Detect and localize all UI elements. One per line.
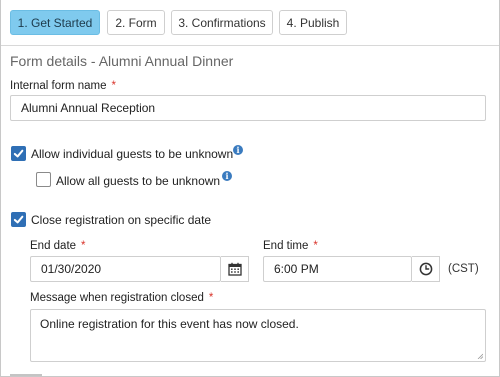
end-time-input[interactable]: 6:00 PM <box>263 256 412 282</box>
tab-confirmations[interactable]: 3. Confirmations <box>171 10 273 35</box>
form-panel: 1. Get Started 2. Form 3. Confirmations … <box>0 0 500 377</box>
internal-name-input[interactable]: Alumni Annual Reception <box>10 95 486 121</box>
end-time-value: 6:00 PM <box>274 262 319 276</box>
tab-form[interactable]: 2. Form <box>107 10 165 35</box>
allow-all-checkbox[interactable] <box>36 172 51 187</box>
close-registration-checkbox[interactable] <box>11 212 26 227</box>
required-marker: * <box>81 240 86 252</box>
allow-individual-checkbox[interactable] <box>11 146 26 161</box>
required-marker: * <box>208 292 214 304</box>
info-icon[interactable]: i <box>233 145 243 155</box>
end-date-label: End date * <box>30 240 86 252</box>
timezone-label: (CST) <box>448 263 479 275</box>
section-title: Form details - Alumni Annual Dinner <box>10 53 234 69</box>
calendar-icon <box>227 262 242 276</box>
clock-button[interactable] <box>412 256 440 282</box>
message-label-text: Message when registration closed <box>30 292 204 304</box>
end-date-value: 01/30/2020 <box>41 262 102 276</box>
clock-icon <box>419 262 432 276</box>
internal-name-label-text: Internal form name <box>10 80 107 92</box>
allow-individual-label: Allow individual guests to be unknown <box>31 147 234 161</box>
end-date-input[interactable]: 01/30/2020 <box>30 256 221 282</box>
checkmark-icon <box>13 215 24 224</box>
internal-name-value: Alumni Annual Reception <box>21 101 156 115</box>
end-time-label-text: End time <box>263 240 309 252</box>
checkmark-icon <box>13 149 24 158</box>
info-icon[interactable]: i <box>222 171 232 181</box>
tab-get-started[interactable]: 1. Get Started <box>10 10 100 35</box>
resize-handle-icon[interactable] <box>477 353 483 359</box>
calendar-button[interactable] <box>221 256 249 282</box>
tab-publish[interactable]: 4. Publish <box>279 10 347 35</box>
next-section-label-cutoff <box>10 371 50 376</box>
message-value: Online registration for this event has n… <box>40 317 299 331</box>
required-marker: * <box>313 240 318 252</box>
end-date-label-text: End date <box>30 240 77 252</box>
allow-all-label: Allow all guests to be unknown <box>56 174 221 188</box>
required-marker: * <box>111 80 116 92</box>
end-time-label: End time * <box>263 240 318 252</box>
wizard-tabs: 1. Get Started 2. Form 3. Confirmations … <box>1 0 499 46</box>
internal-name-label: Internal form name * <box>10 80 116 92</box>
close-registration-label: Close registration on specific date <box>31 213 212 227</box>
message-label: Message when registration closed * <box>30 292 213 304</box>
message-textarea[interactable]: Online registration for this event has n… <box>30 309 486 362</box>
